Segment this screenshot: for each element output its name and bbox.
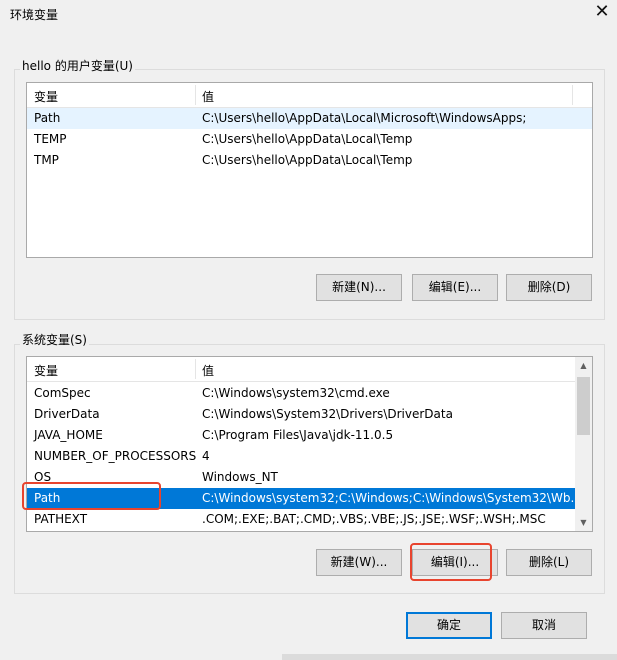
- variable-value: C:\Windows\system32;C:\Windows;C:\Window…: [202, 491, 582, 505]
- table-row[interactable]: TMP C:\Users\hello\AppData\Local\Temp: [27, 150, 592, 171]
- variable-value: C:\Windows\system32\cmd.exe: [202, 386, 390, 400]
- variable-name: ComSpec: [34, 386, 91, 400]
- variable-name: PATHEXT: [34, 512, 88, 526]
- path-annotation-highlight: [22, 482, 161, 510]
- system-delete-button[interactable]: 删除(L): [506, 549, 592, 576]
- variable-name: NUMBER_OF_PROCESSORS: [34, 449, 197, 463]
- user-variables-list[interactable]: 变量 值 Path C:\Users\hello\AppData\Local\M…: [26, 82, 593, 258]
- table-row[interactable]: Path C:\Users\hello\AppData\Local\Micros…: [27, 108, 592, 129]
- variable-name: TEMP: [34, 132, 67, 146]
- table-row[interactable]: ComSpec C:\Windows\system32\cmd.exe: [27, 383, 575, 404]
- ok-button[interactable]: 确定: [406, 612, 492, 639]
- table-row[interactable]: DriverData C:\Windows\System32\Drivers\D…: [27, 404, 575, 425]
- window-bottom-strip: [282, 654, 617, 660]
- cancel-button[interactable]: 取消: [501, 612, 587, 639]
- scroll-up-arrow[interactable]: ▲: [575, 357, 592, 374]
- vertical-scrollbar[interactable]: ▲ ▼: [575, 357, 592, 531]
- system-new-button[interactable]: 新建(W)...: [316, 549, 402, 576]
- variable-value: C:\Users\hello\AppData\Local\Microsoft\W…: [202, 111, 527, 125]
- column-header-variable[interactable]: 变量: [34, 362, 58, 379]
- system-variables-legend: 系统变量(S): [20, 331, 89, 348]
- close-icon[interactable]: ✕: [593, 3, 611, 21]
- user-variables-legend: hello 的用户变量(U): [20, 57, 135, 74]
- scrollbar-thumb[interactable]: [577, 377, 590, 435]
- table-row[interactable]: NUMBER_OF_PROCESSORS 4: [27, 446, 575, 467]
- window-title: 环境变量: [10, 8, 59, 22]
- table-row[interactable]: TEMP C:\Users\hello\AppData\Local\Temp: [27, 129, 592, 150]
- column-header-variable[interactable]: 变量: [34, 88, 58, 105]
- column-header-value[interactable]: 值: [202, 88, 214, 105]
- variable-value: .COM;.EXE;.BAT;.CMD;.VBS;.VBE;.JS;.JSE;.…: [202, 512, 546, 526]
- variable-name: JAVA_HOME: [34, 428, 103, 442]
- variable-name: DriverData: [34, 407, 100, 421]
- variable-value: C:\Windows\System32\Drivers\DriverData: [202, 407, 453, 421]
- table-row[interactable]: PATHEXT .COM;.EXE;.BAT;.CMD;.VBS;.VBE;.J…: [27, 509, 575, 530]
- user-new-button[interactable]: 新建(N)...: [316, 274, 402, 301]
- user-list-header: 变量 值: [27, 83, 592, 108]
- variable-value: C:\Program Files\Java\jdk-11.0.5: [202, 428, 394, 442]
- edit-button-annotation-highlight: [410, 543, 492, 581]
- system-list-header: 变量 值: [27, 357, 575, 382]
- scroll-down-arrow[interactable]: ▼: [575, 514, 592, 531]
- user-edit-button[interactable]: 编辑(E)...: [412, 274, 498, 301]
- variable-value: 4: [202, 449, 210, 463]
- variable-name: TMP: [34, 153, 59, 167]
- variable-value: C:\Users\hello\AppData\Local\Temp: [202, 153, 413, 167]
- table-row[interactable]: JAVA_HOME C:\Program Files\Java\jdk-11.0…: [27, 425, 575, 446]
- user-delete-button[interactable]: 删除(D): [506, 274, 592, 301]
- variable-name: Path: [34, 111, 61, 125]
- column-header-value[interactable]: 值: [202, 362, 214, 379]
- variable-value: Windows_NT: [202, 470, 278, 484]
- variable-value: C:\Users\hello\AppData\Local\Temp: [202, 132, 413, 146]
